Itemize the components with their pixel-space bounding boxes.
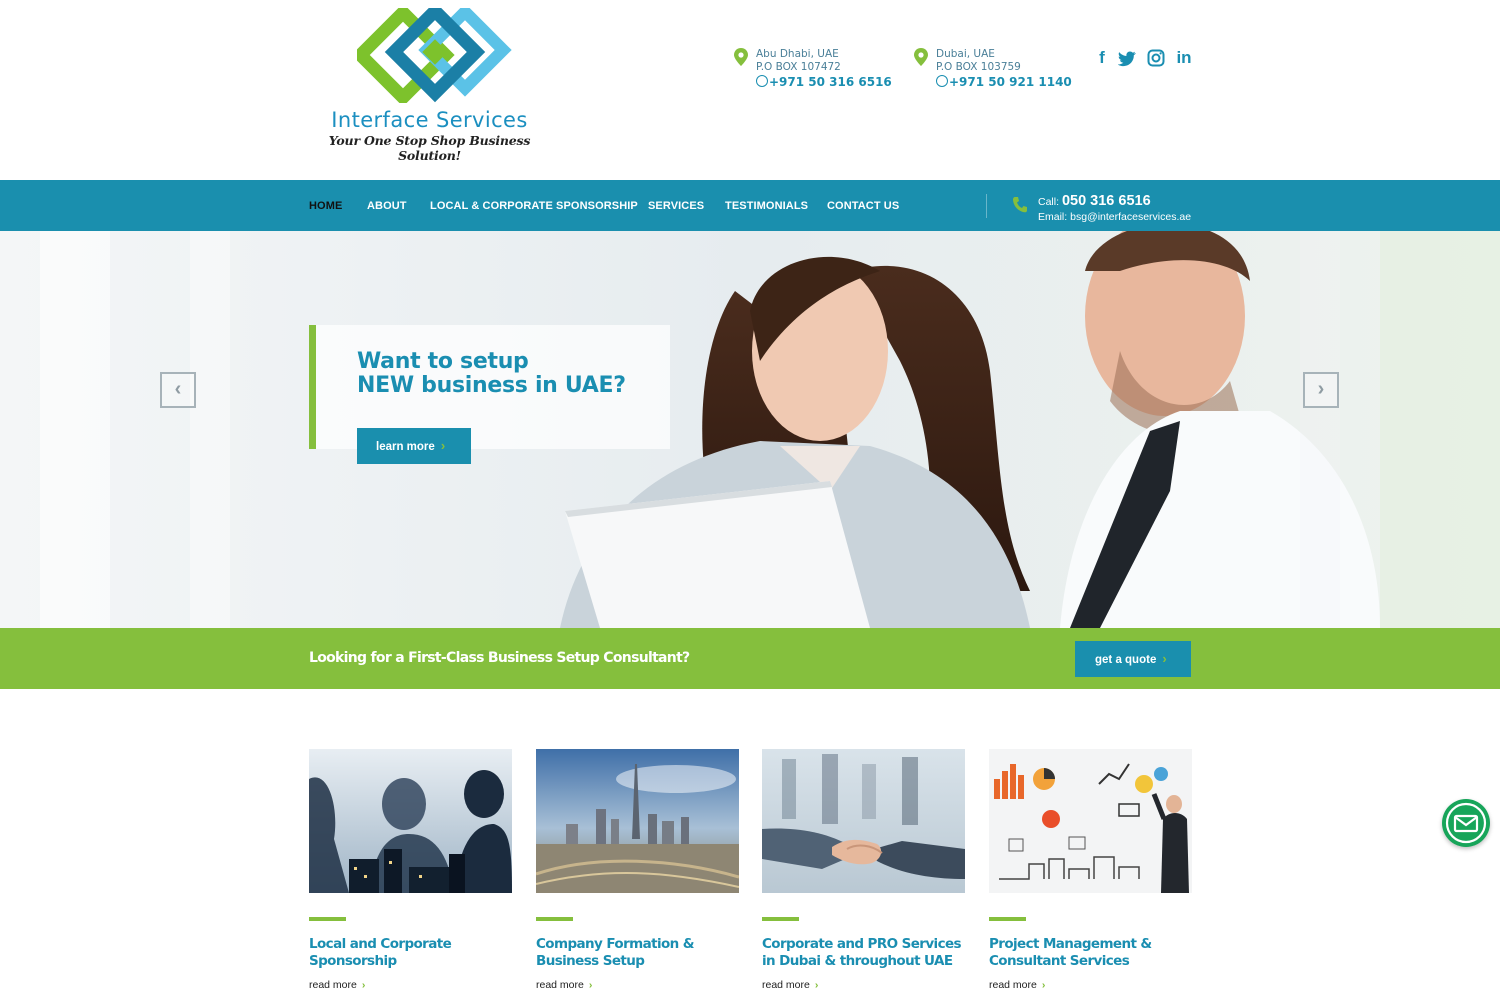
slider-prev-button[interactable]: ‹ (160, 372, 196, 408)
read-more-link[interactable]: read more › (536, 979, 592, 991)
nav-about[interactable]: ABOUT (367, 200, 407, 212)
nav-home[interactable]: HOME (309, 200, 342, 212)
nav-services[interactable]: SERVICES (648, 200, 704, 212)
office-phone: +971 50 921 1140 (949, 75, 1072, 89)
card-title[interactable]: Company Formation & Business Setup (536, 936, 746, 970)
card-title-line2: Business Setup (536, 953, 645, 969)
service-card-pro: Corporate and PRO Services in Dubai & th… (762, 749, 965, 1000)
slider-next-button[interactable]: › (1303, 372, 1339, 408)
linkedin-icon[interactable]: in (1174, 48, 1194, 68)
card-title-line2: Sponsorship (309, 953, 397, 969)
twitter-icon[interactable] (1118, 48, 1138, 68)
card-title-line2: Consultant Services (989, 953, 1130, 969)
card-accent (989, 917, 1026, 921)
card-image-businessmen[interactable] (309, 749, 512, 893)
chevron-right-icon: › (440, 438, 446, 453)
chevron-right-icon: › (361, 979, 366, 991)
card-image-whiteboard[interactable] (989, 749, 1192, 893)
nav-testimonials[interactable]: TESTIMONIALS (725, 200, 808, 212)
service-card-sponsorship: Local and Corporate Sponsorship read mor… (309, 749, 512, 1000)
card-title-line1: Project Management & (989, 936, 1152, 952)
social-links: f in (1090, 48, 1200, 70)
instagram-icon[interactable] (1146, 48, 1166, 68)
hero-slider: Want to setup NEW business in UAE? learn… (0, 231, 1500, 628)
office-dubai: Dubai, UAE P.O BOX 103759 +971 50 921 11… (914, 46, 1072, 96)
chevron-left-icon: ‹ (174, 378, 182, 400)
card-title[interactable]: Project Management & Consultant Services (989, 936, 1199, 970)
office-phone: +971 50 316 6516 (769, 75, 892, 89)
chevron-right-icon: › (1162, 651, 1167, 666)
cta-text: Looking for a First-Class Business Setup… (309, 650, 690, 666)
office-abu-dhabi: Abu Dhabi, UAE P.O BOX 107472 +971 50 31… (734, 46, 892, 96)
office-pobox: P.O BOX 107472 (756, 61, 841, 73)
card-accent (536, 917, 573, 921)
card-title[interactable]: Corporate and PRO Services in Dubai & th… (762, 936, 972, 970)
nav-divider (986, 194, 987, 218)
card-title-line1: Company Formation & (536, 936, 695, 952)
facebook-icon[interactable]: f (1092, 48, 1112, 68)
location-pin-icon (734, 48, 748, 66)
logo-name: Interface Services (331, 108, 528, 132)
card-image-handshake[interactable] (762, 749, 965, 893)
hero-photo (0, 231, 1500, 628)
contact-fab-button[interactable] (1442, 799, 1490, 847)
chevron-right-icon: › (1041, 979, 1046, 991)
office-city: Dubai, UAE (936, 48, 995, 60)
main-nav: HOME ABOUT LOCAL & CORPORATE SPONSORSHIP… (0, 180, 1500, 231)
read-more-link[interactable]: read more › (989, 979, 1045, 991)
read-more-link[interactable]: read more › (309, 979, 365, 991)
office-city: Abu Dhabi, UAE (756, 48, 839, 60)
caption-accent-bar (309, 325, 316, 449)
read-more-label: read more (989, 979, 1037, 991)
whatsapp-icon (756, 75, 768, 87)
get-quote-label: get a quote (1095, 654, 1157, 666)
card-title-line1: Corporate and PRO Services (762, 936, 962, 952)
email-label: Email: (1038, 211, 1068, 223)
get-quote-button[interactable]: get a quote › (1075, 641, 1191, 677)
logo-diamonds-icon (357, 8, 512, 103)
hero-title-line1: Want to setup (357, 349, 529, 374)
hero-title: Want to setup NEW business in UAE? (357, 350, 626, 398)
learn-more-button[interactable]: learn more › (357, 428, 471, 464)
nav-sponsorship[interactable]: LOCAL & CORPORATE SPONSORSHIP (430, 200, 638, 212)
call-label: Call: (1038, 196, 1060, 208)
whatsapp-icon (936, 75, 948, 87)
read-more-label: read more (536, 979, 584, 991)
phone-icon (1012, 197, 1027, 213)
cta-strip: Looking for a First-Class Business Setup… (0, 628, 1500, 689)
read-more-label: read more (309, 979, 357, 991)
read-more-link[interactable]: read more › (762, 979, 818, 991)
mail-icon (1445, 802, 1487, 844)
office-phone-link[interactable]: +971 50 316 6516 (756, 75, 892, 89)
location-pin-icon (914, 48, 928, 66)
office-pobox: P.O BOX 103759 (936, 61, 1021, 73)
nav-call[interactable]: Call: 050 316 6516 (1038, 193, 1151, 209)
page: Interface Services Your One Stop Shop Bu… (0, 0, 1500, 1000)
hero-title-line2: NEW business in UAE? (357, 373, 626, 398)
card-accent (762, 917, 799, 921)
card-title[interactable]: Local and Corporate Sponsorship (309, 936, 519, 970)
card-title-line1: Local and Corporate (309, 936, 452, 952)
nav-contact[interactable]: CONTACT US (827, 200, 899, 212)
service-card-project: Project Management & Consultant Services… (989, 749, 1192, 1000)
chevron-right-icon: › (588, 979, 593, 991)
card-accent (309, 917, 346, 921)
service-card-formation: Company Formation & Business Setup read … (536, 749, 739, 1000)
read-more-label: read more (762, 979, 810, 991)
nav-email[interactable]: Email: bsg@interfaceservices.ae (1038, 211, 1191, 223)
call-number: 050 316 6516 (1061, 193, 1151, 209)
card-image-dubai-skyline[interactable] (536, 749, 739, 893)
learn-more-label: learn more (376, 441, 435, 453)
email-address: bsg@interfaceservices.ae (1070, 211, 1192, 223)
logo-tagline: Your One Stop Shop Business Solution! (328, 133, 531, 163)
chevron-right-icon: › (814, 979, 819, 991)
site-logo[interactable]: Interface Services Your One Stop Shop Bu… (312, 8, 547, 163)
office-phone-link[interactable]: +971 50 921 1140 (936, 75, 1072, 89)
card-title-line2: in Dubai & throughout UAE (762, 953, 953, 969)
site-header: Interface Services Your One Stop Shop Bu… (0, 0, 1500, 180)
chevron-right-icon: › (1317, 378, 1325, 400)
